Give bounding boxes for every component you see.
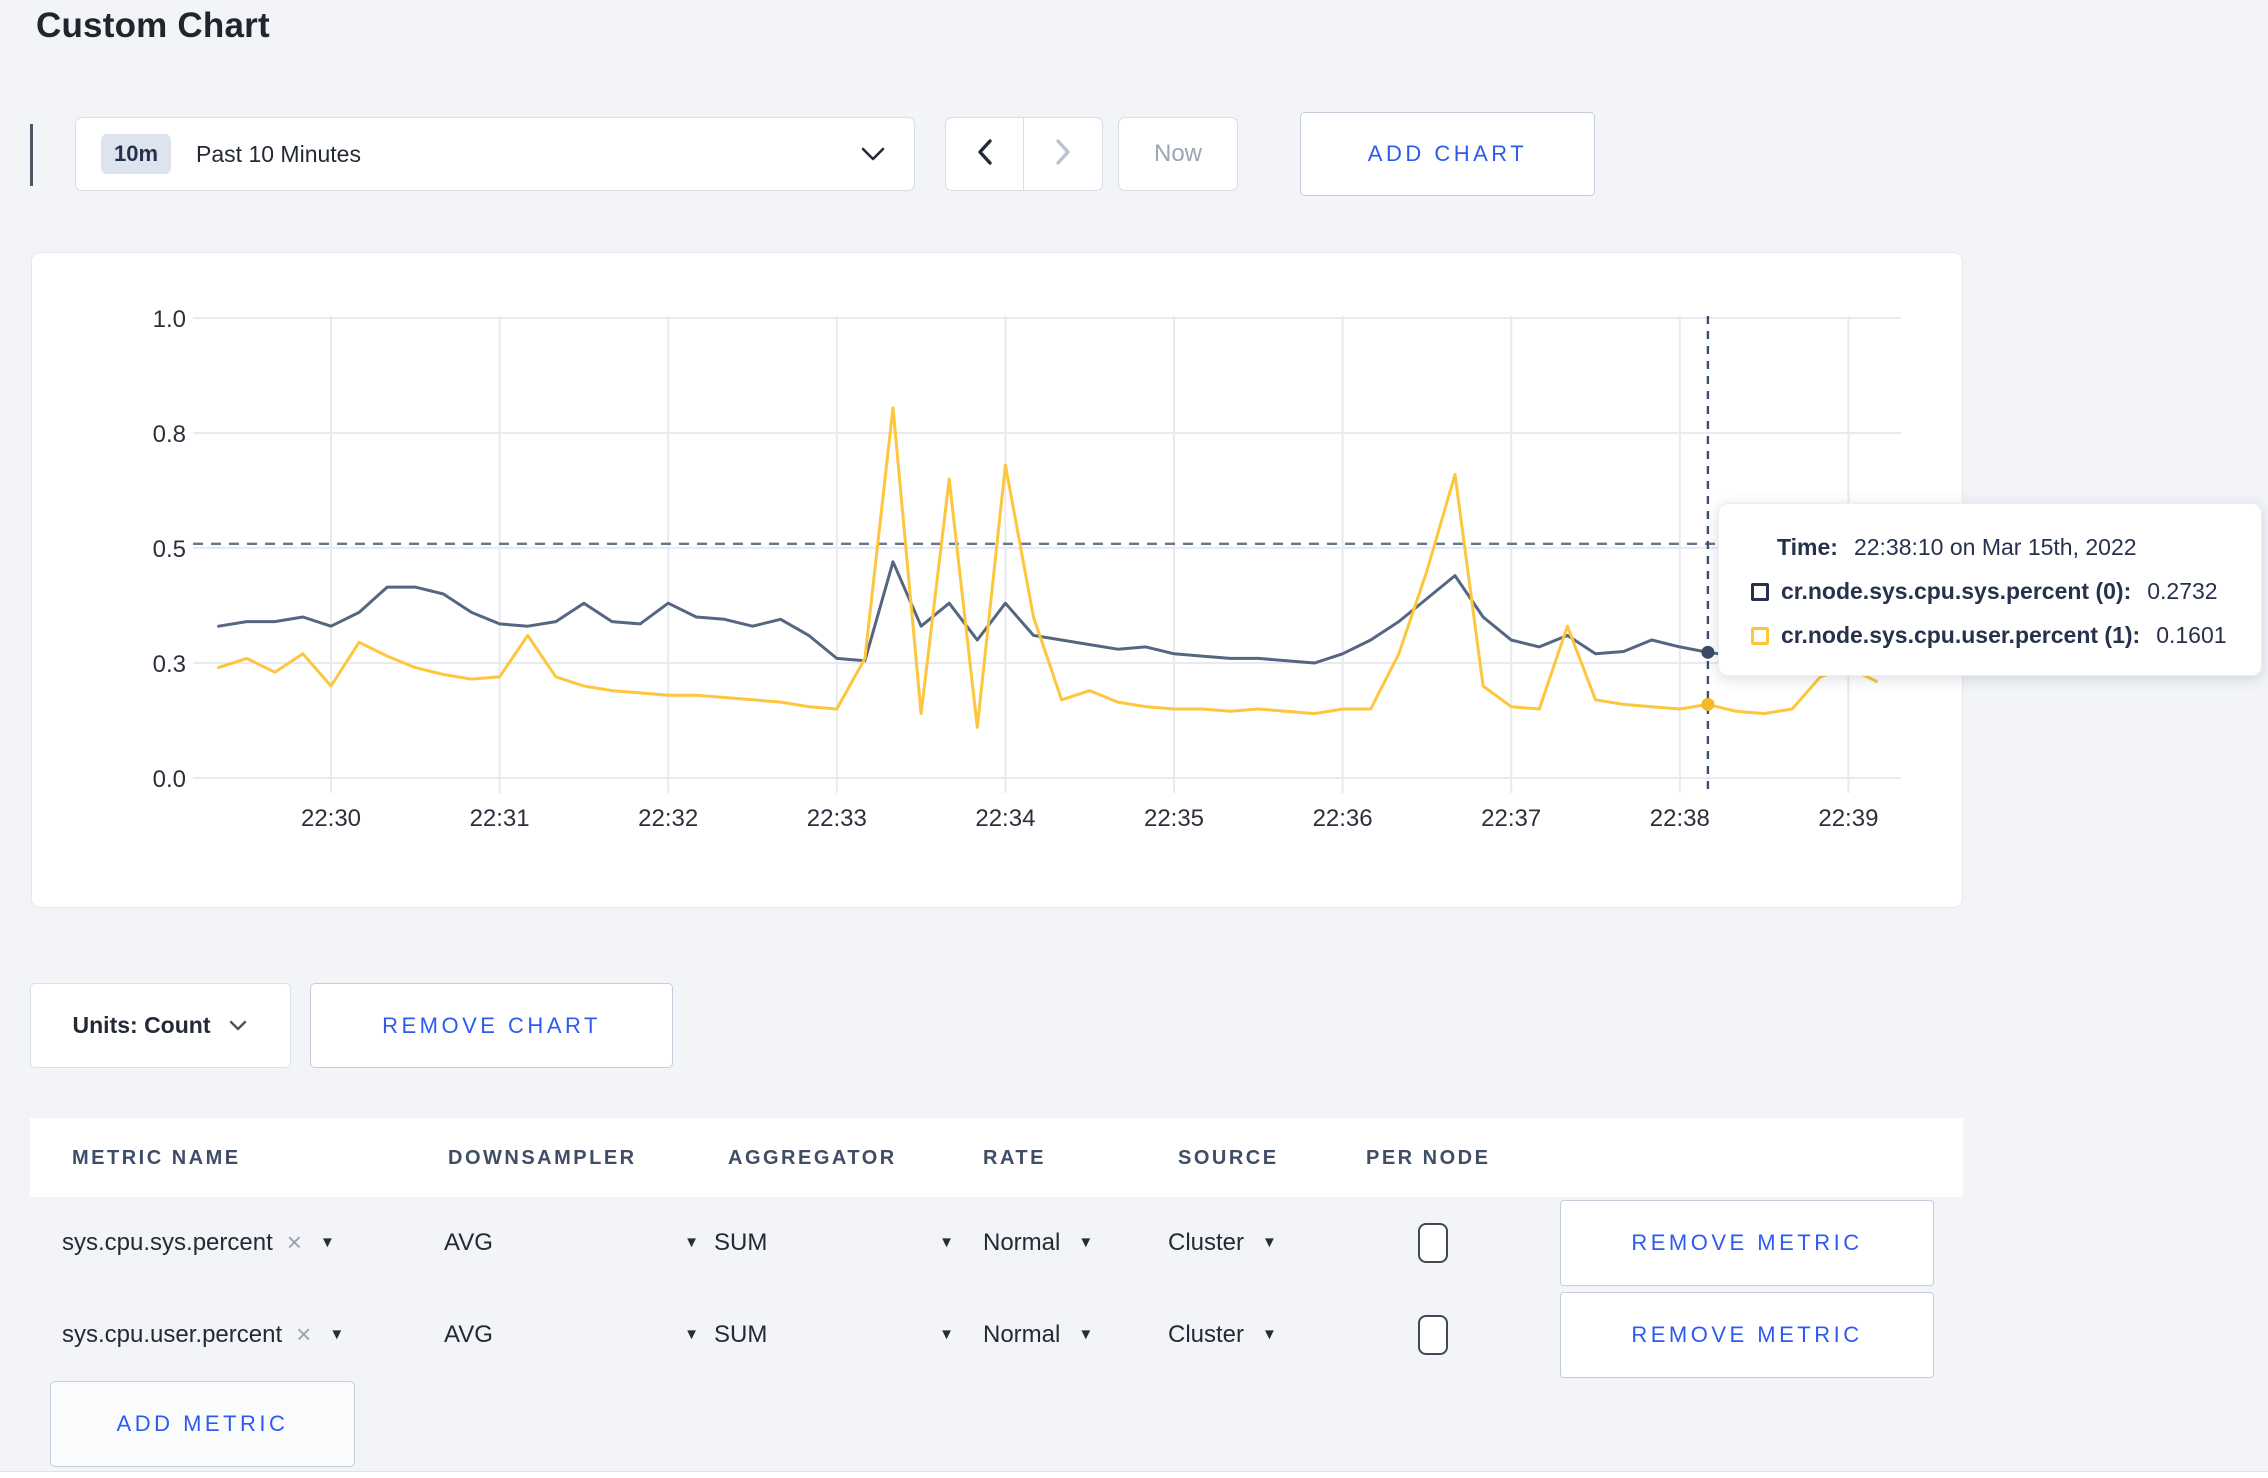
caret-down-icon: ▼ (1078, 1326, 1094, 1343)
source-select[interactable]: Cluster ▼ (1168, 1197, 1277, 1288)
rate-value: Normal (983, 1320, 1061, 1348)
x-axis-label: 22:35 (1144, 805, 1204, 832)
add-chart-button[interactable]: ADD CHART (1300, 112, 1595, 196)
chevron-down-icon (228, 1019, 248, 1032)
metrics-table-header: METRIC NAME DOWNSAMPLER AGGREGATOR RATE … (30, 1118, 1963, 1197)
downsampler-value: AVG (444, 1228, 493, 1256)
downsampler-value: AVG (444, 1320, 493, 1348)
caret-down-icon: ▼ (684, 1326, 699, 1343)
series-line-0 (217, 560, 1878, 665)
column-header-rate: RATE (983, 1147, 1046, 1169)
per-node-checkbox[interactable] (1418, 1222, 1448, 1263)
x-axis-label: 22:30 (301, 805, 361, 832)
column-header-aggregator: AGGREGATOR (728, 1147, 897, 1169)
aggregator-value: SUM (714, 1228, 768, 1256)
source-value: Cluster (1168, 1320, 1245, 1348)
rate-value: Normal (983, 1228, 1061, 1256)
remove-metric-button[interactable]: REMOVE METRIC (1560, 1292, 1934, 1378)
metric-row: sys.cpu.user.percent × ▼ AVG ▼ SUM ▼ Nor… (30, 1289, 1963, 1380)
next-section-edge (0, 1471, 2268, 1478)
aggregator-select[interactable]: SUM ▼ (714, 1289, 954, 1380)
column-header-metric-name: METRIC NAME (72, 1147, 241, 1169)
x-axis-label: 22:38 (1650, 805, 1710, 832)
units-label: Units: Count (72, 1012, 211, 1038)
metric-name-select[interactable]: sys.cpu.sys.percent × ▼ (62, 1197, 335, 1288)
caret-down-icon: ▼ (1262, 1234, 1277, 1251)
page-title: Custom Chart (36, 6, 270, 45)
caret-down-icon: ▼ (329, 1326, 345, 1343)
caret-down-icon: ▼ (939, 1326, 954, 1343)
tooltip-time-value: 22:38:10 on Mar 15th, 2022 (1853, 534, 2137, 560)
x-axis-label: 22:37 (1481, 805, 1541, 832)
x-axis-label: 22:39 (1818, 805, 1878, 832)
tooltip-series-label: cr.node.sys.cpu.user.percent (1): (1781, 622, 2141, 648)
x-axis-label: 22:34 (975, 805, 1035, 832)
add-metric-button[interactable]: ADD METRIC (50, 1381, 355, 1467)
tooltip-series-label: cr.node.sys.cpu.sys.percent (0): (1781, 578, 2132, 604)
y-axis-label: 0.8 (153, 421, 186, 448)
metric-name-value: sys.cpu.sys.percent (62, 1228, 273, 1256)
x-axis-label: 22:32 (638, 805, 698, 832)
metric-row: sys.cpu.sys.percent × ▼ AVG ▼ SUM ▼ Norm… (30, 1197, 1963, 1288)
metric-name-select[interactable]: sys.cpu.user.percent × ▼ (62, 1289, 344, 1380)
aggregator-value: SUM (714, 1320, 768, 1348)
chevron-left-icon (975, 138, 995, 171)
x-axis-label: 22:36 (1313, 805, 1373, 832)
caret-down-icon: ▼ (939, 1234, 954, 1251)
next-time-button[interactable] (1024, 118, 1102, 190)
chevron-right-icon (1053, 138, 1073, 171)
y-axis-label: 0.3 (153, 651, 186, 678)
y-axis-label: 1.0 (153, 306, 186, 333)
rate-select[interactable]: Normal ▼ (983, 1197, 1093, 1288)
rate-select[interactable]: Normal ▼ (983, 1289, 1093, 1380)
user-percent-swatch-icon (1751, 626, 1769, 645)
sys-percent-swatch-icon (1751, 582, 1769, 601)
y-axis-label: 0.0 (153, 766, 186, 793)
time-window-badge: 10m (101, 134, 172, 174)
x-axis-label: 22:33 (807, 805, 867, 832)
time-window-label: Past 10 Minutes (196, 140, 361, 167)
series-line-1 (217, 406, 1878, 729)
chart-svg[interactable]: 0.0 0.3 0.5 0.8 1.0 22:30 22:31 22:32 22:33 22:34… (32, 253, 1961, 906)
metric-name-value: sys.cpu.user.percent (62, 1320, 283, 1348)
crosshair-dot-1 (1701, 697, 1715, 711)
x-axis-label: 22:31 (470, 805, 530, 832)
source-select[interactable]: Cluster ▼ (1168, 1289, 1277, 1380)
column-header-per-node: PER NODE (1366, 1147, 1491, 1169)
caret-down-icon: ▼ (1078, 1234, 1094, 1251)
now-button[interactable]: Now (1118, 117, 1238, 191)
aggregator-select[interactable]: SUM ▼ (714, 1197, 954, 1288)
per-node-cell (1418, 1289, 1448, 1380)
caret-down-icon: ▼ (684, 1234, 699, 1251)
tooltip-series-row: cr.node.sys.cpu.user.percent (1): 0.1601 (1751, 622, 2261, 649)
remove-chart-button[interactable]: REMOVE CHART (310, 983, 673, 1068)
tooltip-series-row: cr.node.sys.cpu.sys.percent (0): 0.2732 (1751, 578, 2261, 605)
caret-down-icon: ▼ (319, 1234, 335, 1251)
column-header-downsampler: DOWNSAMPLER (448, 1147, 637, 1169)
column-header-source: SOURCE (1178, 1147, 1279, 1169)
chevron-down-icon (860, 146, 886, 162)
per-node-checkbox[interactable] (1418, 1314, 1448, 1355)
crosshair-dot-0 (1701, 645, 1715, 659)
tooltip-time-label: Time: (1777, 534, 1838, 560)
prev-time-button[interactable] (946, 118, 1024, 190)
chart-card: 0.0 0.3 0.5 0.8 1.0 22:30 22:31 22:32 22:33 22:34… (31, 252, 1963, 908)
y-axis-label: 0.5 (153, 536, 186, 563)
remove-metric-button[interactable]: REMOVE METRIC (1560, 1200, 1934, 1286)
tooltip-series-value: 0.1601 (2156, 622, 2227, 648)
time-pager (945, 117, 1103, 191)
clear-metric-icon[interactable]: × (296, 1319, 311, 1350)
time-window-dropdown[interactable]: 10m Past 10 Minutes (75, 117, 915, 191)
downsampler-select[interactable]: AVG ▼ (444, 1197, 699, 1288)
tooltip-time-row: Time: 22:38:10 on Mar 15th, 2022 (1777, 534, 2261, 561)
tooltip-series-value: 0.2732 (2147, 578, 2218, 604)
clear-metric-icon[interactable]: × (287, 1227, 302, 1258)
units-dropdown[interactable]: Units: Count (30, 983, 291, 1068)
chart-tooltip: Time: 22:38:10 on Mar 15th, 2022 cr.node… (1718, 503, 2262, 676)
downsampler-select[interactable]: AVG ▼ (444, 1289, 699, 1380)
source-value: Cluster (1168, 1228, 1245, 1256)
per-node-cell (1418, 1197, 1448, 1288)
caret-down-icon: ▼ (1262, 1326, 1277, 1343)
toolbar-left-divider (30, 124, 33, 186)
